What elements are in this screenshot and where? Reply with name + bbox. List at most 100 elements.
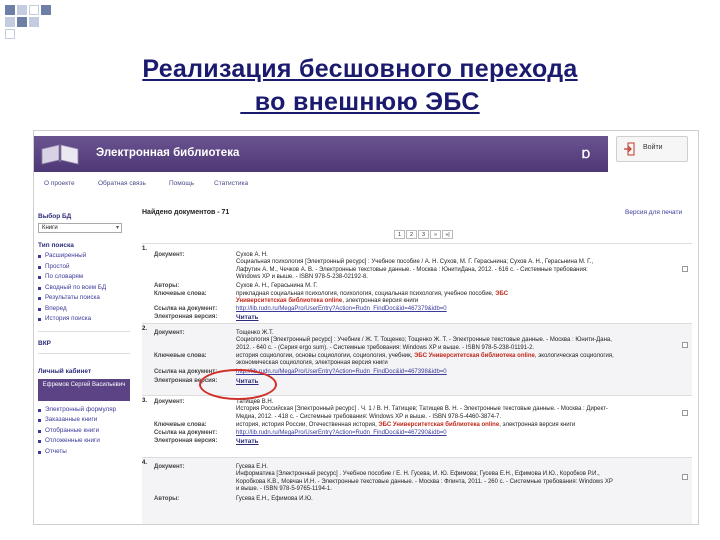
pagination: 1 2 3» »| — [394, 223, 454, 239]
read-link[interactable]: Читать — [236, 378, 684, 385]
keywords-line: история, история России, Отечественная и… — [236, 422, 684, 429]
ebook-label: Электронная версия: — [154, 438, 218, 444]
book-icon — [41, 144, 79, 165]
result-record: 4. Документ: Гусева Е.Н. Информатика [Эл… — [142, 457, 692, 524]
decor-square — [29, 5, 39, 15]
keywords-label: Ключевые слова: — [154, 422, 207, 428]
document-link[interactable]: http://lib.rudn.ru/MegaPro/UserEntry?Act… — [236, 430, 684, 437]
bullet-icon — [38, 429, 41, 433]
keywords-line: история социологии, основы социологии, с… — [236, 353, 684, 360]
nav-item-feedback[interactable]: Обратная связь — [98, 180, 146, 187]
nav-item-stats[interactable]: Статистика — [214, 180, 248, 187]
found-count: Найдено документов - 71 — [142, 209, 230, 216]
sidebar-item-ordered[interactable]: Заказанные книги — [38, 415, 130, 426]
sidebar-item-all-db[interactable]: Сводный по всем БД — [38, 283, 130, 294]
search-type-heading: Тип поиска — [38, 242, 74, 249]
record-number: 4. — [142, 460, 148, 466]
nav-item-about[interactable]: О проекте — [44, 180, 75, 187]
sidebar-item-reports[interactable]: Отчеты — [38, 447, 130, 458]
ebs-keyword: ЭБС Университетская библиотека online — [378, 422, 500, 428]
sidebar-item-history[interactable]: История поиска — [38, 314, 130, 325]
decor-square — [41, 5, 51, 15]
document-label: Документ: — [154, 399, 185, 405]
login-button[interactable]: Войти — [616, 136, 688, 162]
ebs-keyword: ЭБС Университетская библиотека online — [414, 353, 535, 359]
document-label: Документ: — [154, 330, 185, 336]
sidebar-item-label: По словарям — [45, 273, 84, 280]
authors-label: Авторы: — [154, 496, 180, 502]
sidebar-item-label: Электронный формуляр — [45, 405, 117, 413]
doc-line: Лафутин А. М., Чечков А. В. - Электронны… — [236, 266, 588, 273]
sidebar-item-formular[interactable]: Электронный формуляр — [38, 405, 130, 416]
decor-square — [5, 5, 15, 15]
doc-line: Информатика [Электронный ресурс] . Учебн… — [236, 471, 600, 478]
keywords-part: , электронная версия книги — [499, 422, 576, 428]
keywords-part: , экологическая социология, — [534, 353, 614, 359]
sidebar-item-label: Отчеты — [45, 447, 67, 455]
sidebar-item-label: История поиска — [45, 315, 92, 322]
sidebar-item-postponed[interactable]: Отложенные книги — [38, 436, 130, 447]
link-label: Ссылка на документ: — [154, 430, 218, 436]
link-label: Ссылка на документ: — [154, 306, 218, 312]
doc-line: История Российская [Электронный ресурс] … — [236, 406, 608, 413]
result-record: 1. Документ: Сухов А. Н. Социальная псих… — [142, 243, 692, 323]
page-button[interactable]: 2 — [406, 230, 417, 239]
keywords-text: прикладная социальная психология, психол… — [236, 291, 684, 306]
sidebar-item-label: Отложенные книги — [45, 437, 100, 444]
sidebar-item-results[interactable]: Результаты поиска — [38, 293, 130, 304]
sidebar-item-forward[interactable]: Вперед — [38, 304, 130, 315]
keywords-part: , электронная версия книги — [342, 298, 419, 305]
sidebar-item-selected[interactable]: Отобранные книги — [38, 426, 130, 437]
sidebar-item-label: Заказанные книги — [45, 416, 98, 423]
page-button[interactable]: 1 — [394, 230, 405, 239]
read-link[interactable]: Читать — [236, 314, 684, 321]
keywords-part: прикладная социальная психология, психол… — [236, 291, 496, 297]
ebs-keyword: Университетская библиотека online — [236, 298, 343, 305]
read-link[interactable]: Читать — [236, 438, 684, 445]
decor-square — [17, 17, 27, 27]
result-record: 3. Документ: Татищев В.Н. История Россий… — [142, 395, 692, 457]
record-number: 1. — [142, 246, 148, 252]
document-text: Тощенко Ж.Т. Социология [Электронный рес… — [236, 330, 684, 352]
bullet-icon — [38, 318, 41, 321]
bullet-icon — [38, 307, 41, 311]
sidebar-item-simple[interactable]: Простой — [38, 262, 130, 273]
vkr-link[interactable]: ВКР — [38, 340, 130, 347]
next-page-button[interactable]: » — [430, 230, 441, 239]
last-page-button[interactable]: »| — [442, 230, 453, 239]
ebs-keyword: ЭБС — [495, 291, 509, 297]
header: Электронная библиотека Ɒ Войти — [34, 131, 698, 173]
document-link[interactable]: http://lib.rudn.ru/MegaPro/UserEntry?Act… — [236, 306, 684, 313]
authors-text: Гусева Е.Н., Ефимова И.Ю. — [236, 496, 313, 502]
sidebar-item-advanced[interactable]: Расширенный — [38, 251, 130, 262]
brand-title: Электронная библиотека — [96, 147, 240, 159]
keywords-part: история, история России, Отечественная и… — [236, 422, 379, 428]
bullet-icon — [38, 265, 41, 269]
sidebar-item-label: Отобранные книги — [45, 426, 100, 434]
keywords-label: Ключевые слова: — [154, 353, 207, 359]
user-name-badge: Ефремов Сергей Васильевич — [38, 378, 130, 401]
document-text: Сухов А. Н. Социальная психология [Элект… — [236, 252, 684, 281]
chevron-down-icon: ▾ — [115, 225, 119, 231]
document-label: Документ: — [154, 252, 185, 258]
db-heading: Выбор БД — [38, 213, 72, 220]
slide-title-line2: во внешнюю ЭБС — [240, 88, 480, 116]
ebook-label: Электронная версия: — [154, 314, 218, 320]
db-select[interactable]: Книги ▾ — [38, 223, 122, 233]
page-button[interactable]: 3 — [418, 230, 429, 239]
top-nav: О проекте Обратная связь Помощь Статисти… — [34, 177, 698, 193]
bullet-icon — [38, 419, 41, 422]
document-link[interactable]: http://lib.rudn.ru/MegaPro/UserEntry?Act… — [236, 369, 684, 376]
doc-line: Коробкова К.В., Мовчан И.Н. - Электронны… — [236, 478, 613, 485]
keywords-label: Ключевые слова: — [154, 291, 207, 297]
bullet-icon — [38, 286, 41, 290]
print-version-link[interactable]: Версия для печати — [625, 209, 682, 216]
sidebar-item-dictionaries[interactable]: По словарям — [38, 272, 130, 283]
record-number: 3. — [142, 398, 148, 404]
doc-line: Медиа, 2012. - 418 с. - Системные требов… — [236, 413, 502, 420]
bullet-icon — [38, 297, 41, 300]
sidebar-item-label: Вперед — [45, 304, 67, 312]
brand-logo: Ɒ — [582, 149, 591, 161]
keywords-text: история, история России, Отечественная и… — [236, 422, 684, 429]
nav-item-help[interactable]: Помощь — [169, 180, 194, 187]
